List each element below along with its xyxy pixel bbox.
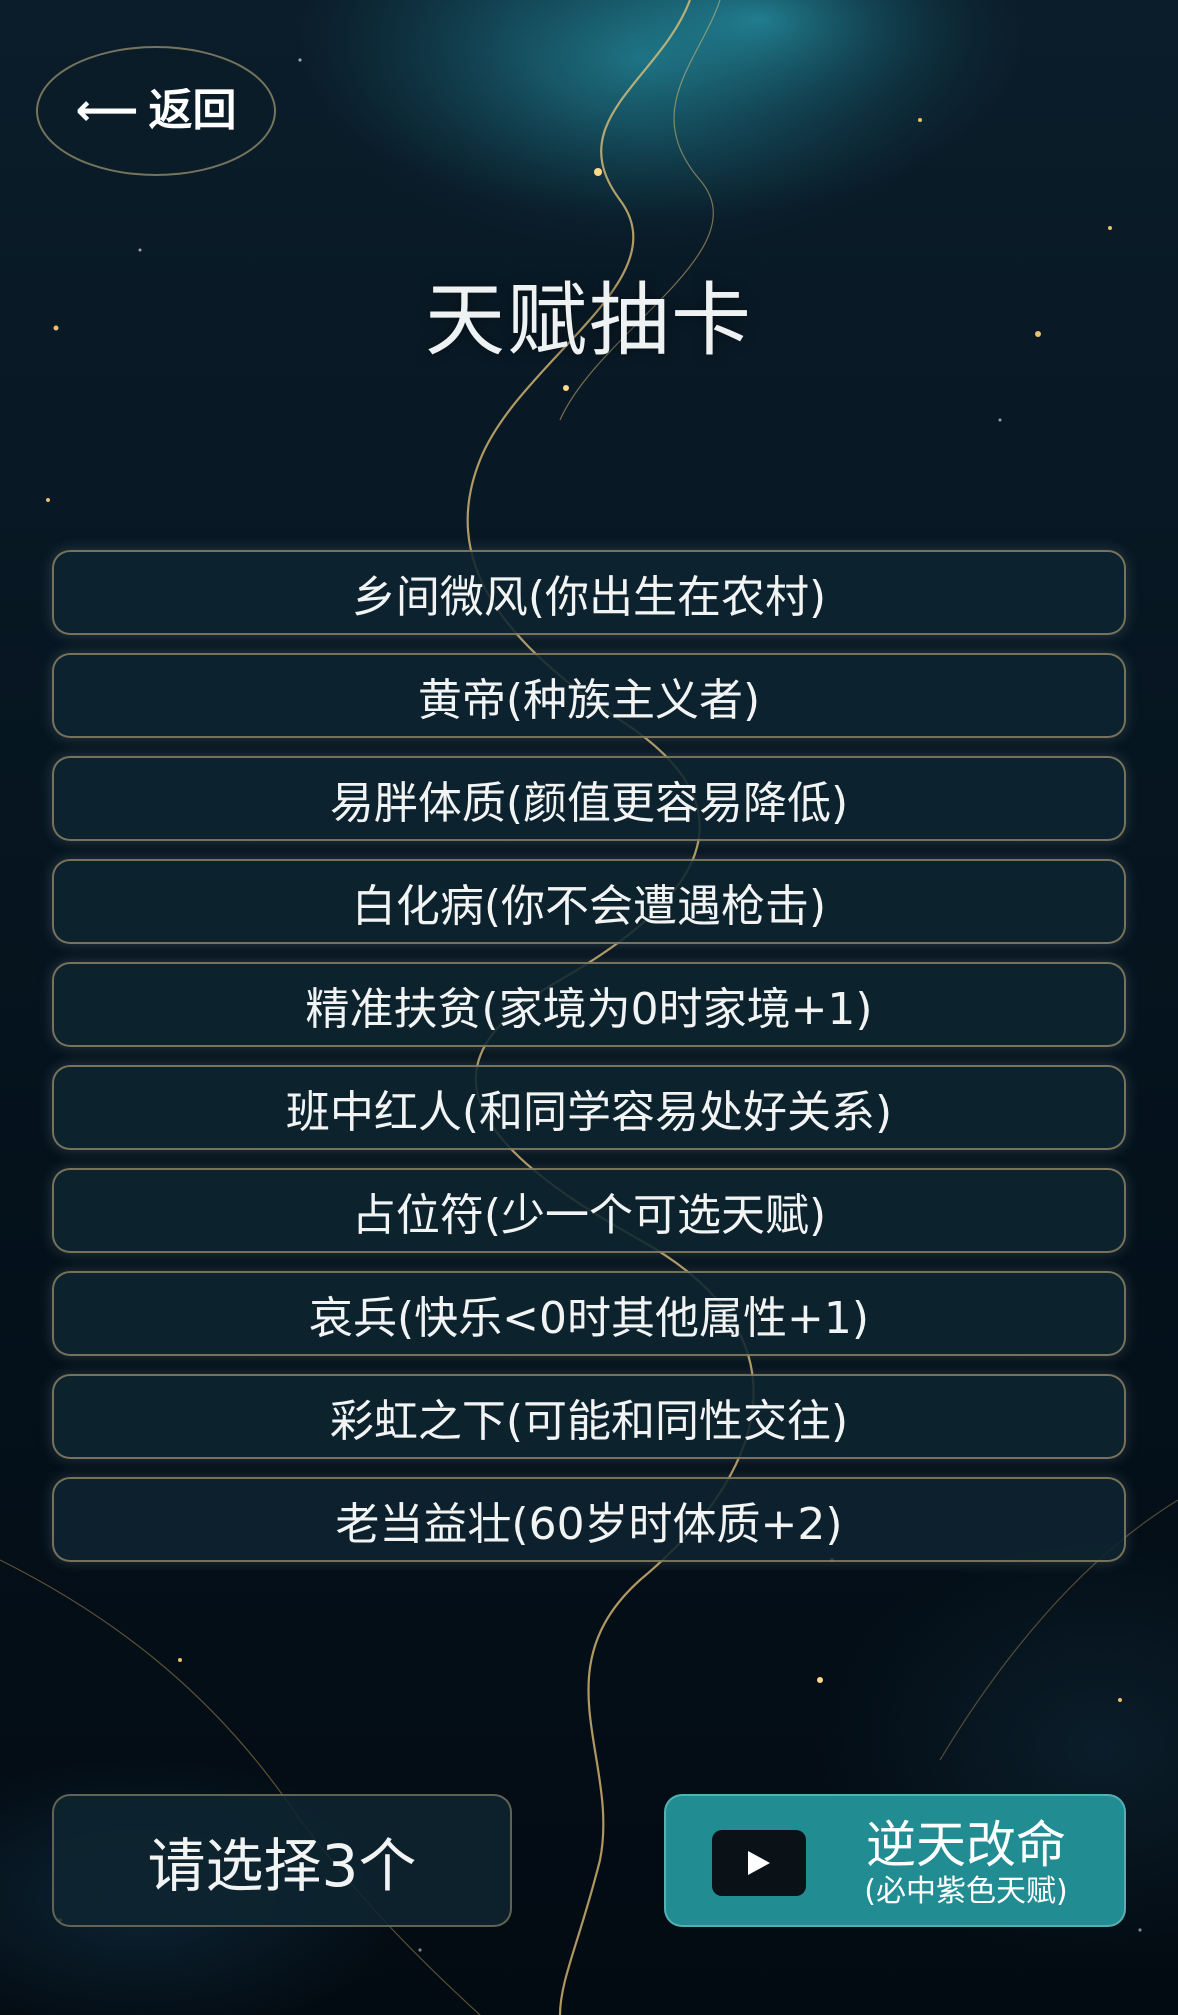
- talent-card[interactable]: 哀兵(快乐<0时其他属性+1): [52, 1271, 1126, 1356]
- select-status-button[interactable]: 请选择3个: [52, 1794, 512, 1927]
- back-label: 返回: [148, 85, 237, 136]
- reroll-ad-button[interactable]: 逆天改命 (必中紫色天赋): [664, 1794, 1126, 1927]
- talent-list: 乡间微风(你出生在农村) 黄帝(种族主义者) 易胖体质(颜值更容易降低) 白化病…: [52, 550, 1126, 1562]
- talent-card[interactable]: 班中红人(和同学容易处好关系): [52, 1065, 1126, 1150]
- talent-card[interactable]: 彩虹之下(可能和同性交往): [52, 1374, 1126, 1459]
- back-arrow-icon: ⟵: [75, 85, 139, 136]
- talent-card[interactable]: 占位符(少一个可选天赋): [52, 1168, 1126, 1253]
- talent-card[interactable]: 精准扶贫(家境为0时家境+1): [52, 962, 1126, 1047]
- talent-card[interactable]: 老当益壮(60岁时体质+2): [52, 1477, 1126, 1562]
- talent-card[interactable]: 白化病(你不会遭遇枪击): [52, 859, 1126, 944]
- play-icon: [712, 1830, 806, 1896]
- back-button[interactable]: ⟵ 返回: [36, 46, 276, 176]
- talent-card[interactable]: 易胖体质(颜值更容易降低): [52, 756, 1126, 841]
- reroll-text: 逆天改命 (必中紫色天赋): [836, 1816, 1096, 1910]
- talent-card[interactable]: 黄帝(种族主义者): [52, 653, 1126, 738]
- talent-card[interactable]: 乡间微风(你出生在农村): [52, 550, 1126, 635]
- reroll-title: 逆天改命: [866, 1816, 1066, 1874]
- page-title: 天赋抽卡: [425, 274, 753, 367]
- reroll-subtitle: (必中紫色天赋): [864, 1874, 1068, 1909]
